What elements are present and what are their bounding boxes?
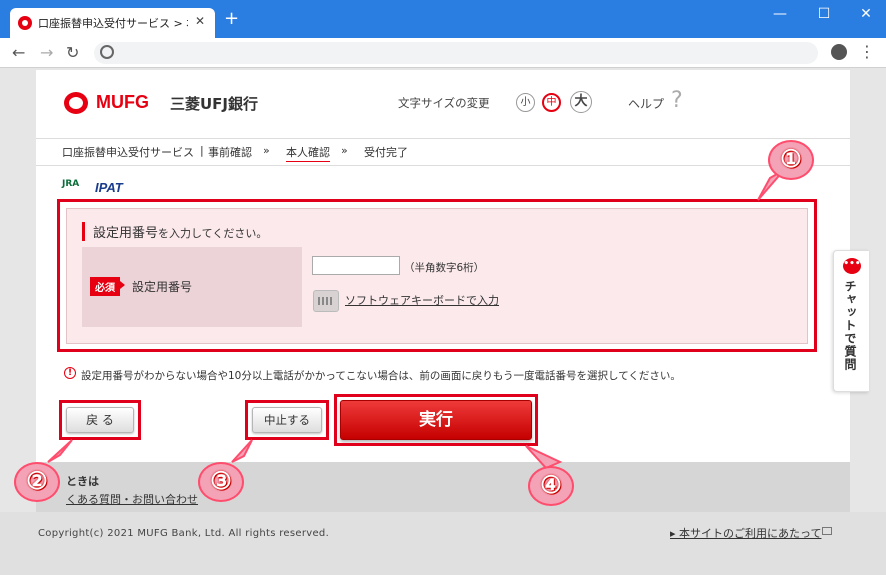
callout-3-pointer bbox=[231, 439, 253, 463]
callout-4: ④ bbox=[528, 466, 574, 506]
callout-1: ① bbox=[768, 140, 814, 180]
callout-2-pointer bbox=[47, 439, 73, 463]
annotation-pointers bbox=[47, 169, 785, 470]
callout-3: ③ bbox=[198, 462, 244, 502]
callout-2: ② bbox=[14, 462, 60, 502]
callout-4-pointer bbox=[525, 445, 563, 470]
